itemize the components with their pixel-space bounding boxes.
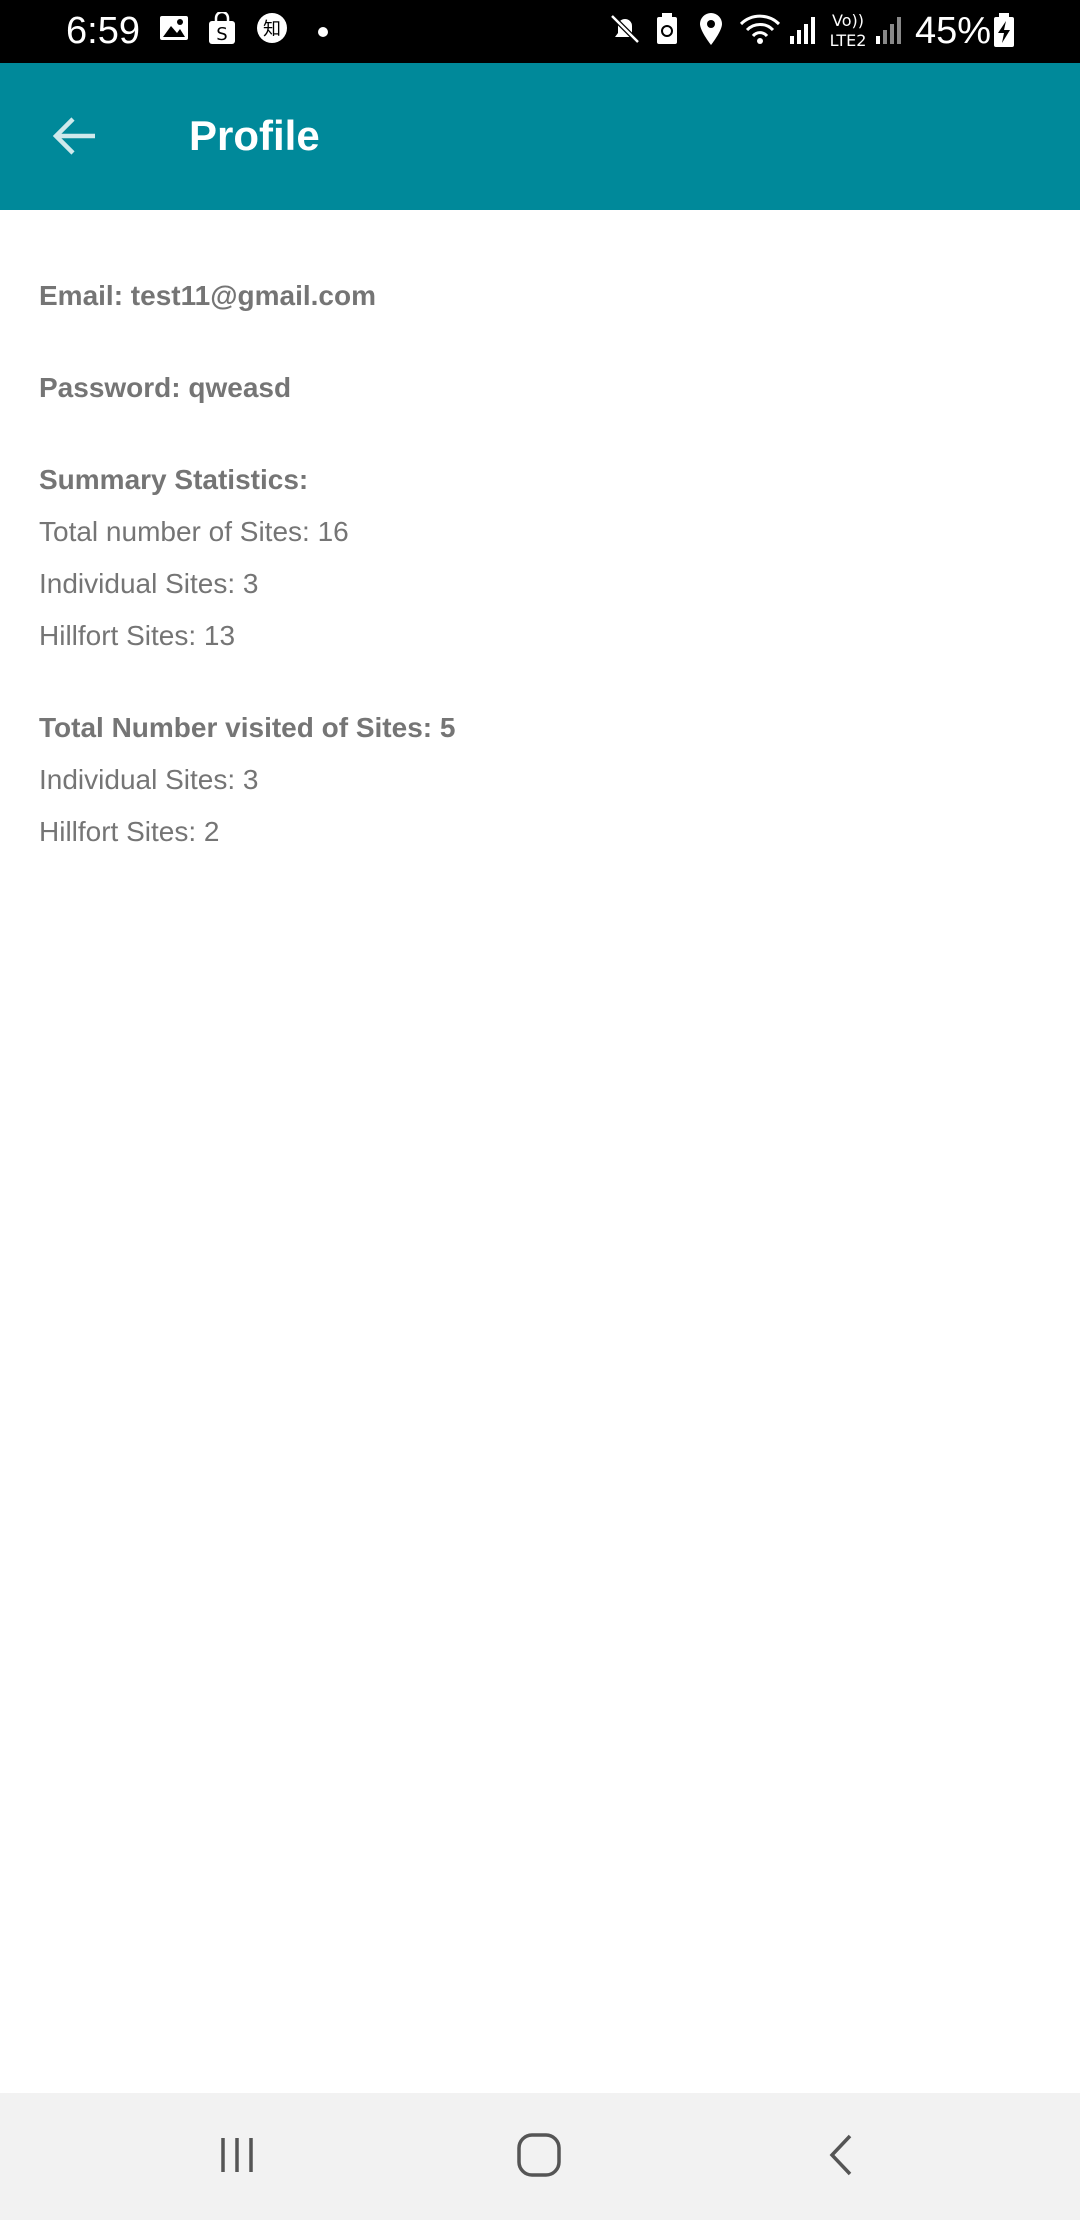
signal-icon (874, 12, 906, 51)
signal-icon (788, 12, 820, 51)
system-back-button[interactable] (786, 2115, 896, 2195)
recent-apps-icon (221, 2138, 253, 2172)
svg-text:LTE2: LTE2 (830, 31, 867, 50)
svg-text:Vo)): Vo)) (832, 11, 864, 30)
location-icon (698, 12, 724, 51)
arrow-back-icon (52, 117, 95, 155)
visited-heading: Total Number visited of Sites: 5 (39, 712, 456, 743)
status-time: 6:59 (66, 10, 140, 52)
svg-text:S: S (216, 24, 227, 45)
visited-hillfort-text: Hillfort Sites: 2 (39, 816, 220, 847)
volte-lte2-icon: Vo)) LTE2 (826, 10, 870, 55)
home-icon (517, 2133, 561, 2177)
email-text: Email: test11@gmail.com (39, 280, 376, 311)
zhihu-icon: 知 (256, 12, 288, 49)
image-icon (158, 12, 190, 49)
wifi-icon (738, 12, 782, 51)
back-button[interactable] (30, 91, 120, 181)
mute-icon (608, 12, 642, 51)
recent-apps-button[interactable] (182, 2115, 292, 2195)
battery-charging-icon (992, 12, 1016, 53)
svg-text:知: 知 (263, 19, 281, 40)
page-title: Profile (189, 112, 320, 159)
shopping-bag-icon: S (206, 10, 238, 51)
individual-sites-text: Individual Sites: 3 (39, 568, 259, 599)
navigation-bar (0, 2093, 1080, 2220)
visited-individual-text: Individual Sites: 3 (39, 764, 259, 795)
hillfort-sites-text: Hillfort Sites: 13 (39, 620, 236, 651)
battery-saver-icon (654, 12, 680, 51)
chevron-left-icon (829, 2134, 852, 2176)
battery-percent: 45% (915, 10, 992, 52)
status-bar: 6:59 S 知 Vo)) LTE2 45% (0, 0, 1080, 63)
app-bar: Profile (0, 63, 1080, 210)
summary-heading: Summary Statistics: (39, 464, 309, 495)
password-text: Password: qweasd (39, 372, 292, 403)
total-sites-text: Total number of Sites: 16 (39, 516, 349, 547)
home-button[interactable] (484, 2115, 594, 2195)
dot-icon (318, 24, 328, 42)
profile-screen: 6:59 S 知 Vo)) LTE2 45% Profile Email: te… (0, 0, 1080, 2220)
